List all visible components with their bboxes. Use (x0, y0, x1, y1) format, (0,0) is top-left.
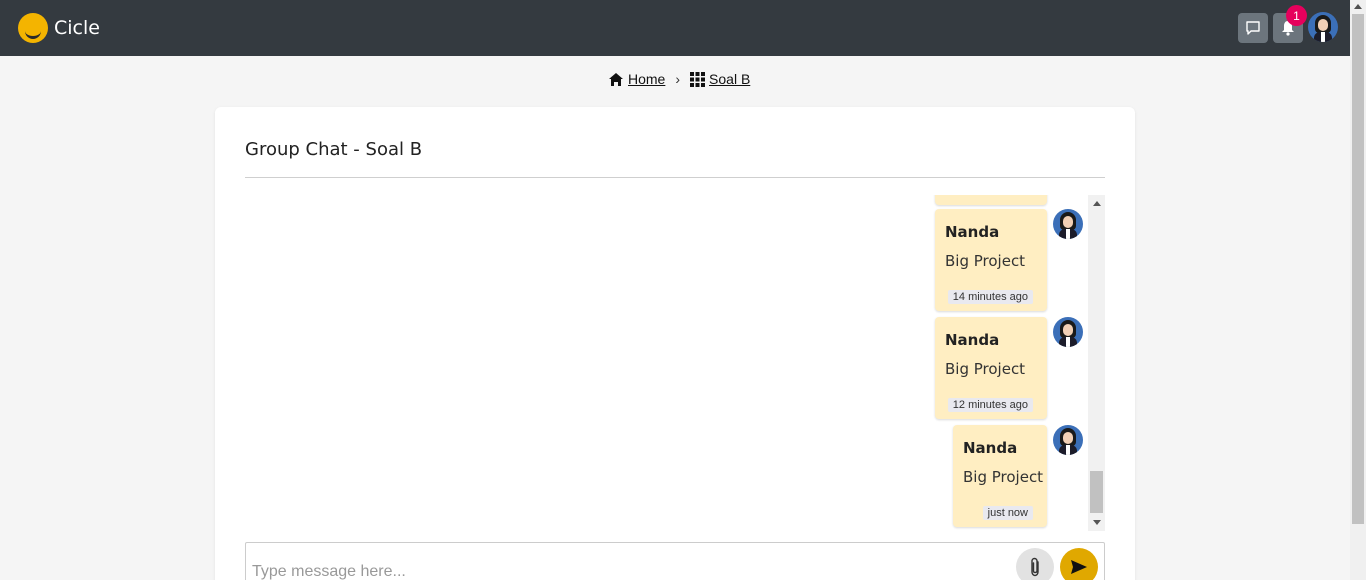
message-time: 14 minutes ago (947, 290, 1033, 304)
top-navbar: Cicle (0, 0, 1350, 56)
chat-button[interactable] (1238, 13, 1268, 43)
message-text: Big Project (963, 468, 1044, 486)
chat-scrollbar[interactable] (1088, 195, 1105, 531)
breadcrumb-current-link[interactable]: Soal B (709, 71, 750, 87)
page-scrollbar[interactable] (1350, 0, 1366, 580)
home-icon (608, 72, 624, 87)
sender-avatar (1053, 425, 1083, 455)
send-icon (1071, 560, 1087, 574)
scrollbar-thumb[interactable] (1352, 14, 1364, 524)
brand[interactable]: Cicle (18, 13, 100, 43)
message-bubble: Nanda Big Project 12 minutes ago (935, 317, 1047, 419)
chat-scrollbar-thumb[interactable] (1090, 471, 1103, 513)
user-avatar[interactable] (1308, 12, 1338, 42)
cicle-logo-icon (18, 13, 48, 43)
message-bubble-partial (935, 195, 1047, 205)
message-sender: Nanda (963, 439, 1018, 457)
brand-name: Cicle (54, 17, 100, 39)
notification-badge: 1 (1286, 5, 1307, 26)
sender-avatar (1053, 317, 1083, 347)
message-sender: Nanda (945, 331, 1000, 349)
breadcrumb: Home › Soal B (608, 71, 750, 87)
chat-scroll-up-icon[interactable] (1093, 201, 1101, 206)
chat-title: Group Chat - Soal B (245, 139, 423, 160)
send-button[interactable] (1060, 548, 1098, 580)
grid-icon (690, 71, 706, 87)
scroll-up-icon[interactable] (1354, 4, 1362, 9)
message-text: Big Project (945, 360, 1026, 378)
sender-avatar (1053, 209, 1083, 239)
paperclip-icon (1031, 557, 1039, 577)
attach-button[interactable] (1016, 548, 1054, 580)
message-input-bar (245, 542, 1105, 580)
breadcrumb-separator: › (675, 71, 681, 87)
message-input[interactable] (252, 559, 992, 580)
message-time: just now (982, 506, 1033, 520)
message-text: Big Project (945, 252, 1026, 270)
divider (245, 177, 1105, 178)
breadcrumb-home-link[interactable]: Home (628, 71, 665, 87)
message-time: 12 minutes ago (947, 398, 1033, 412)
chat-messages-area[interactable]: Nanda Big Project 14 minutes ago Nanda B… (245, 195, 1105, 531)
chat-scroll-down-icon[interactable] (1093, 520, 1101, 525)
group-chat-card: Group Chat - Soal B Nanda Big Project 14… (215, 107, 1135, 580)
message-bubble: Nanda Big Project just now (953, 425, 1047, 527)
message-sender: Nanda (945, 223, 1000, 241)
chat-icon (1246, 21, 1260, 35)
message-bubble: Nanda Big Project 14 minutes ago (935, 209, 1047, 311)
